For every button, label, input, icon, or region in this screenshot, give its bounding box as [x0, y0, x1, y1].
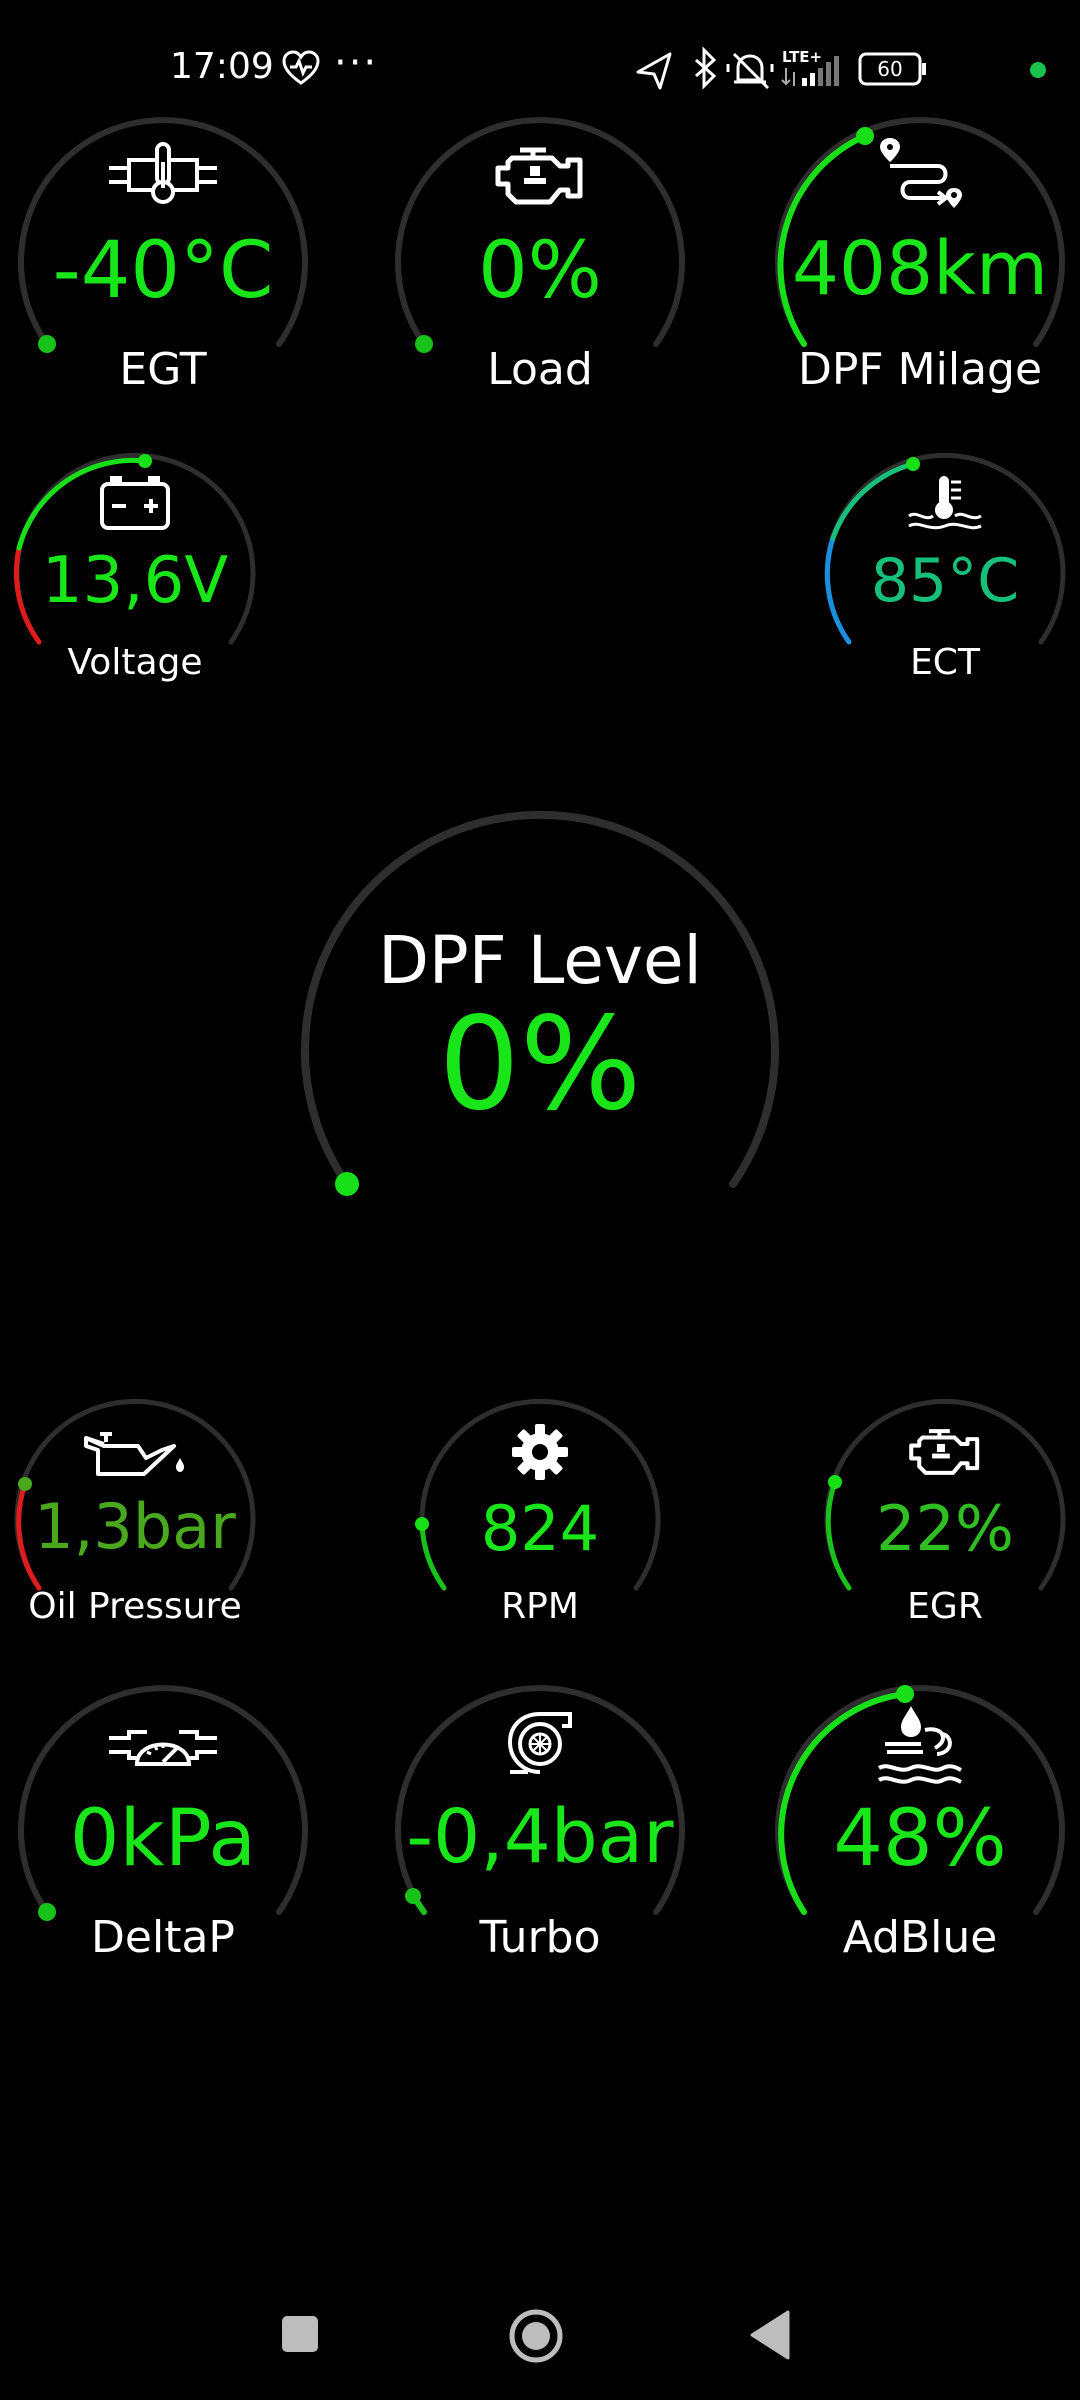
battery-level: 60	[877, 57, 902, 81]
coolant-temperature-icon	[908, 476, 982, 530]
adblue-value: 48%	[833, 1794, 1007, 1884]
voltage-label: Voltage	[67, 642, 203, 683]
route-icon	[880, 138, 962, 208]
location-icon	[636, 52, 672, 90]
egt-label: EGT	[119, 344, 207, 395]
navigation-bar	[0, 2280, 1080, 2400]
pressure-gauge-icon	[109, 1730, 217, 1766]
turbo-icon	[507, 1712, 572, 1774]
clock: 17:09	[170, 46, 274, 87]
gear-icon	[512, 1424, 568, 1480]
back-button[interactable]	[748, 2310, 792, 2360]
ect-label: ECT	[910, 642, 980, 683]
battery-icon	[100, 476, 170, 530]
health-heart-icon	[282, 50, 320, 85]
dpf-level-value: 0%	[438, 990, 642, 1139]
rpm-value: 824	[480, 1492, 600, 1565]
network-type: LTE+	[782, 48, 822, 66]
load-gauge[interactable]: 0% Load	[395, 117, 685, 412]
more-notifications-icon: ···	[334, 40, 379, 86]
bell-muted-icon	[726, 52, 774, 90]
dpf-level-label: DPF Level	[378, 922, 702, 999]
turbo-gauge[interactable]: -0,4bar Turbo	[395, 1685, 685, 1980]
oil-pressure-label: Oil Pressure	[28, 1586, 242, 1627]
adblue-icon	[877, 1706, 962, 1784]
ect-value: 85°C	[870, 546, 1020, 616]
engine-icon	[909, 1429, 980, 1475]
dpf-milage-label: DPF Milage	[797, 344, 1043, 395]
egt-value: -40°C	[52, 226, 274, 316]
oil-pressure-gauge[interactable]: 1,3bar Oil Pressure	[14, 1398, 256, 1644]
egr-label: EGR	[907, 1586, 983, 1627]
dpf-milage-gauge[interactable]: 408km DPF Milage	[775, 117, 1065, 412]
home-button[interactable]	[508, 2308, 564, 2364]
load-value: 0%	[478, 226, 602, 316]
turbo-value: -0,4bar	[406, 1794, 674, 1880]
ect-gauge[interactable]: 85°C ECT	[824, 452, 1066, 698]
egr-value: 22%	[876, 1492, 1014, 1565]
rpm-gauge[interactable]: 824 RPM	[415, 1398, 661, 1644]
egt-gauge[interactable]: -40°C EGT	[18, 117, 308, 412]
voltage-gauge[interactable]: 13,6V Voltage	[13, 452, 256, 698]
adblue-gauge[interactable]: 48% AdBlue	[775, 1685, 1065, 1980]
oil-can-icon	[84, 1432, 184, 1476]
dpf-milage-value: 408km	[791, 226, 1049, 312]
voltage-value: 13,6V	[41, 544, 229, 618]
rpm-label: RPM	[501, 1586, 579, 1627]
status-dot	[1030, 62, 1046, 78]
recents-button[interactable]	[280, 2314, 320, 2354]
dpf-level-gauge[interactable]: DPF Level 0%	[300, 810, 780, 1290]
deltap-label: DeltaP	[91, 1912, 235, 1963]
load-label: Load	[487, 344, 593, 395]
battery-icon: 60	[858, 52, 926, 86]
engine-icon	[495, 147, 583, 205]
turbo-label: Turbo	[479, 1912, 601, 1963]
bluetooth-icon	[695, 46, 717, 90]
deltap-gauge[interactable]: 0kPa DeltaP	[18, 1685, 308, 1980]
exhaust-temperature-icon	[109, 142, 217, 204]
deltap-value: 0kPa	[69, 1794, 257, 1884]
adblue-label: AdBlue	[842, 1912, 998, 1963]
oil-pressure-value: 1,3bar	[34, 1490, 236, 1563]
egr-gauge[interactable]: 22% EGR	[824, 1398, 1066, 1644]
status-icons: LTE+ 60	[636, 46, 1046, 90]
